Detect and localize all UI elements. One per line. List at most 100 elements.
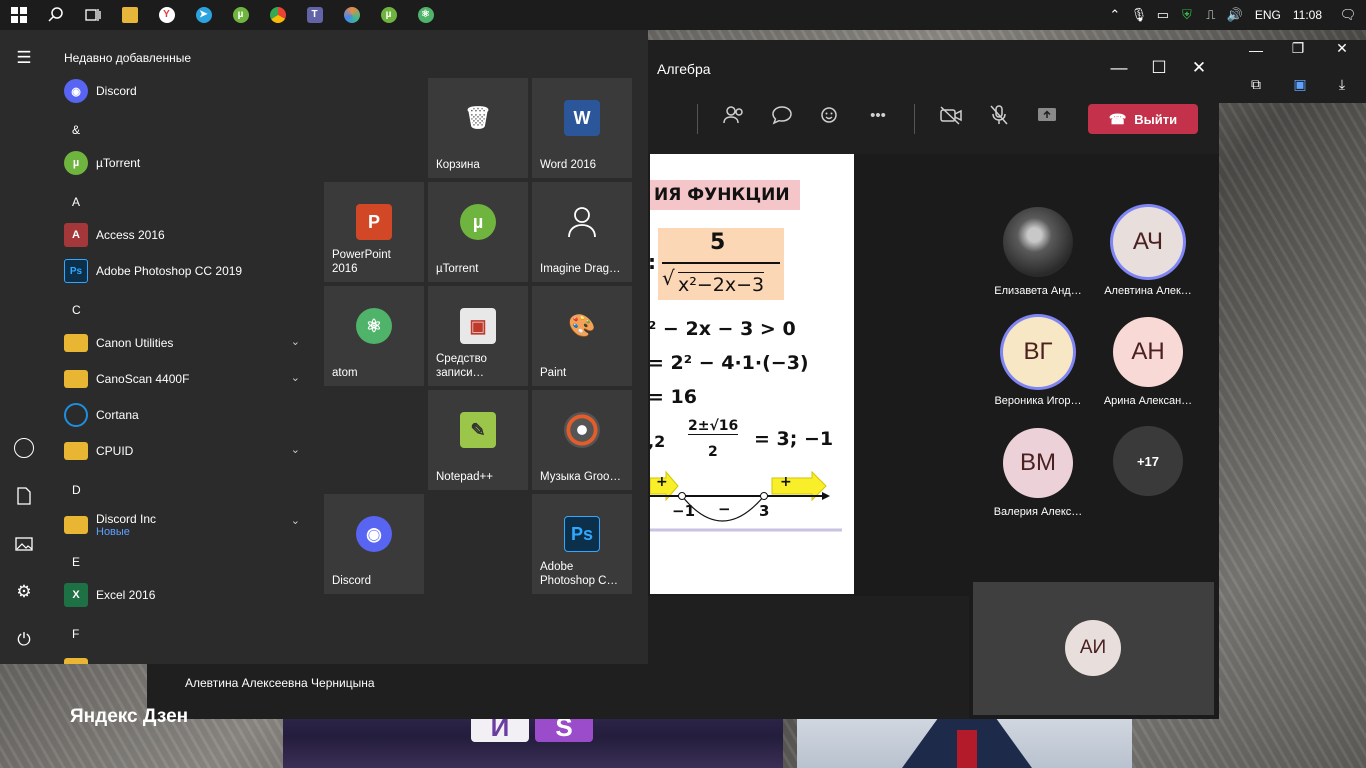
slide-root-1: −1 <box>672 502 696 520</box>
section-letter[interactable]: C <box>72 303 81 317</box>
participant-avatar: ВГ <box>1003 317 1073 387</box>
power-icon[interactable]: ⏻ <box>0 620 48 660</box>
app-list-folder[interactable]: CPUID ⌄ <box>48 433 310 469</box>
file-explorer-icon[interactable] <box>111 0 148 30</box>
tile-paint[interactable]: 🎨 Paint <box>532 286 632 386</box>
section-letter[interactable]: A <box>72 195 80 209</box>
download-icon[interactable]: ⤓ <box>1327 76 1357 96</box>
start-tiles: 🗑 Корзина W Word 2016 P PowerPoint 2016 … <box>323 78 633 598</box>
section-letter[interactable]: D <box>72 483 81 497</box>
app-list-folder[interactable]: Canon Utilities ⌄ <box>48 325 310 361</box>
participant-name: Вероника Игор… <box>994 395 1082 407</box>
more-participants-badge[interactable]: +17 <box>1113 426 1183 496</box>
steps-recorder-icon: ▣ <box>460 308 496 344</box>
participant-tile[interactable]: АН Арина Алексан… <box>1093 317 1203 407</box>
yandex-browser-icon[interactable]: Y <box>148 0 185 30</box>
microphone-icon[interactable]: 🎙 <box>1127 0 1151 30</box>
app-list-folder[interactable] <box>48 649 310 664</box>
chevron-down-icon[interactable]: ⌄ <box>291 335 300 348</box>
folder-icon <box>64 442 88 460</box>
participant-tile[interactable]: Елизавета Анд… <box>983 207 1093 297</box>
chevron-up-icon[interactable]: ⌃ <box>1103 0 1127 30</box>
language-indicator[interactable]: ENG <box>1247 8 1289 22</box>
defender-shield-icon[interactable]: ⛨ <box>1175 0 1199 30</box>
close-icon[interactable]: ✕ <box>1327 40 1357 60</box>
notifications-icon[interactable]: 🗨 <box>1330 0 1366 30</box>
minimize-icon[interactable]: — <box>1241 42 1271 62</box>
pictures-icon[interactable] <box>0 524 48 564</box>
participant-tile[interactable]: ВМ Валерия Алекс… <box>983 428 1093 518</box>
reactions-icon[interactable] <box>815 100 845 130</box>
tile-powerpoint[interactable]: P PowerPoint 2016 <box>324 182 424 282</box>
tile-utorrent[interactable]: µ µTorrent <box>428 182 528 282</box>
camera-off-icon[interactable] <box>936 100 966 130</box>
app-list-item[interactable]: A Access 2016 <box>48 217 310 253</box>
tile-imagine-dragons[interactable]: Imagine Drag… <box>532 182 632 282</box>
share-screen-icon[interactable] <box>1032 100 1062 130</box>
documents-icon[interactable] <box>0 476 48 516</box>
cortana-icon <box>64 403 88 427</box>
chat-icon[interactable] <box>767 100 797 130</box>
leave-button[interactable]: ☎ Выйти <box>1088 104 1198 134</box>
utorrent-icon: µ <box>460 204 496 240</box>
account-icon[interactable]: ▣ <box>1285 76 1315 96</box>
participants-icon[interactable] <box>719 100 749 130</box>
hamburger-menu-icon[interactable]: ☰ <box>0 38 48 78</box>
section-letter[interactable]: F <box>72 627 79 641</box>
utorrent-icon[interactable]: µ <box>222 0 259 30</box>
search-icon[interactable] <box>37 0 74 30</box>
minimize-icon[interactable]: — <box>1107 56 1131 80</box>
user-account-icon[interactable] <box>0 428 48 468</box>
copy-icon[interactable]: ⧉ <box>1241 76 1271 96</box>
telegram-icon[interactable]: ➤ <box>185 0 222 30</box>
participant-tile[interactable]: АЧ Алевтина Алек… <box>1093 207 1203 297</box>
tile-steps-recorder[interactable]: ▣ Средство записи… <box>428 286 528 386</box>
tile-photoshop[interactable]: Ps Adobe Photoshop C… <box>532 494 632 594</box>
app-list-folder[interactable]: CanoScan 4400F ⌄ <box>48 361 310 397</box>
tile-discord[interactable]: ◉ Discord <box>324 494 424 594</box>
recycle-bin-icon: 🗑 <box>464 105 492 130</box>
chevron-down-icon[interactable]: ⌄ <box>291 371 300 384</box>
tile-recycle-bin[interactable]: 🗑 Корзина <box>428 78 528 178</box>
tile-notepadpp[interactable]: ✎ Notepad++ <box>428 390 528 490</box>
app-list-item[interactable]: X Excel 2016 <box>48 577 310 613</box>
battery-icon[interactable]: ▭ <box>1151 0 1175 30</box>
chrome-icon[interactable] <box>259 0 296 30</box>
close-icon[interactable]: ✕ <box>1187 56 1211 80</box>
tile-atom[interactable]: ⚛ atom <box>324 286 424 386</box>
clock[interactable]: 11:08 <box>1289 8 1330 22</box>
section-letter[interactable]: & <box>72 123 80 137</box>
restore-icon[interactable]: ❐ <box>1283 40 1313 60</box>
hang-up-icon: ☎ <box>1108 110 1127 127</box>
maximize-icon[interactable]: ☐ <box>1147 56 1171 80</box>
section-letter[interactable]: E <box>72 555 80 569</box>
tile-word[interactable]: W Word 2016 <box>532 78 632 178</box>
network-icon[interactable]: ⎍ <box>1199 0 1223 30</box>
tile-label: Музыка Groo… <box>540 471 621 483</box>
more-options-icon[interactable]: ••• <box>863 100 893 130</box>
atom-icon[interactable]: ⚛ <box>407 0 444 30</box>
tile-groove-music[interactable]: Музыка Groo… <box>532 390 632 490</box>
app-list-item[interactable]: Ps Adobe Photoshop CC 2019 <box>48 253 310 289</box>
chevron-down-icon[interactable]: ⌄ <box>291 514 300 527</box>
tile-label: Discord <box>332 575 371 587</box>
app-label: µTorrent <box>96 156 141 170</box>
task-view-icon[interactable] <box>74 0 111 30</box>
utorrent-2-icon[interactable]: µ <box>370 0 407 30</box>
app-list-item[interactable]: µ µTorrent <box>48 145 310 181</box>
participant-tile[interactable]: ВГ Вероника Игор… <box>983 317 1093 407</box>
self-avatar: АИ <box>1065 620 1121 676</box>
notepadpp-icon: ✎ <box>460 412 496 448</box>
windows-logo-icon[interactable] <box>0 0 37 30</box>
app-list-item[interactable]: ◉ Discord <box>48 73 310 109</box>
app-list-folder[interactable]: Discord Inc Новые ⌄ <box>48 504 310 546</box>
teams-icon[interactable]: T <box>296 0 333 30</box>
mic-off-icon[interactable] <box>984 100 1014 130</box>
slide-colon: : <box>650 250 656 274</box>
app-list-item[interactable]: Cortana <box>48 397 310 433</box>
chevron-down-icon[interactable]: ⌄ <box>291 443 300 456</box>
participant-avatar: АН <box>1113 317 1183 387</box>
settings-gear-icon[interactable]: ⚙ <box>0 572 48 612</box>
volume-icon[interactable]: 🔊 <box>1223 0 1247 30</box>
color-tool-icon[interactable] <box>333 0 370 30</box>
